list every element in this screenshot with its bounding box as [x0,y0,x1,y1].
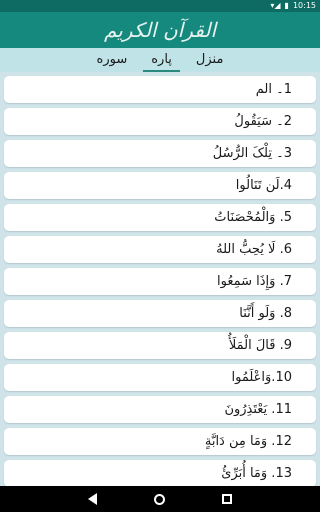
signal-icon: ▾◢ [270,1,281,10]
list-item[interactable]: 6. لَا یُحِبُّ اللهُ [4,236,316,263]
tab-surah[interactable]: سوره [89,48,136,72]
tab-bar: منزل پاره سوره [0,48,320,72]
list-item[interactable]: 3۔ تِلْکَ الرُّسُلُ [4,140,316,167]
list-item-label: 1۔ الم [255,82,292,97]
list-item[interactable]: 11. یَعْتَذِرُونَ [4,396,316,423]
list-item[interactable]: 7. وَإِذَا سَمِعُوا [4,268,316,295]
battery-icon: ▮ [284,1,289,10]
list-item-label: 11. یَعْتَذِرُونَ [224,402,292,417]
list-item-label: 8. وَلَو أَنَّنَا [239,306,292,321]
list-item-label: 10.وَاعْلَمُوا [231,370,292,385]
status-bar: ▾◢ ▮ 10:15 [0,0,320,12]
tab-label: سوره [96,51,128,67]
list-item-label: 3۔ تِلْکَ الرُّسُلُ [212,146,292,161]
list-item[interactable]: 8. وَلَو أَنَّنَا [4,300,316,327]
list-item-label: 6. لَا یُحِبُّ اللهُ [216,242,292,257]
app-title-logo: القرآن الکریم [103,18,216,42]
app-bar: القرآن الکریم [0,12,320,48]
tab-label: منزل [195,51,224,67]
para-list[interactable]: 1۔ الم 2۔ سَیَقُولُ 3۔ تِلْکَ الرُّسُلُ … [0,74,320,486]
list-item-label: 4.لَن تَنَالُوا [235,178,292,193]
list-item[interactable]: 5. وَالْمُحْصَنَاتُ [4,204,316,231]
home-icon[interactable] [153,493,165,505]
list-item[interactable]: 12. وَمَا مِن دَابَّةٍ [4,428,316,455]
tab-para[interactable]: پاره [143,48,180,72]
recents-icon[interactable] [221,494,232,504]
list-item[interactable]: 9. قَالَ الْمَلَأُ [4,332,316,359]
list-item-label: 5. وَالْمُحْصَنَاتُ [214,210,292,225]
system-nav-bar [0,486,320,512]
list-item-label: 9. قَالَ الْمَلَأُ [228,338,292,353]
list-item[interactable]: 1۔ الم [4,76,316,103]
list-item-label: 7. وَإِذَا سَمِعُوا [217,274,292,289]
list-item-label: 12. وَمَا مِن دَابَّةٍ [204,434,292,449]
list-item[interactable]: 2۔ سَیَقُولُ [4,108,316,135]
list-item[interactable]: 10.وَاعْلَمُوا [4,364,316,391]
list-item[interactable]: 4.لَن تَنَالُوا [4,172,316,199]
tab-manzil[interactable]: منزل [188,48,232,72]
list-item-label: 2۔ سَیَقُولُ [234,114,292,129]
list-item[interactable]: 13. وَمَا أُبَرِّئُ [4,460,316,486]
tab-label: پاره [151,51,172,67]
back-icon[interactable] [88,493,98,505]
status-time: 10:15 [292,1,316,10]
list-item-label: 13. وَمَا أُبَرِّئُ [221,466,292,481]
